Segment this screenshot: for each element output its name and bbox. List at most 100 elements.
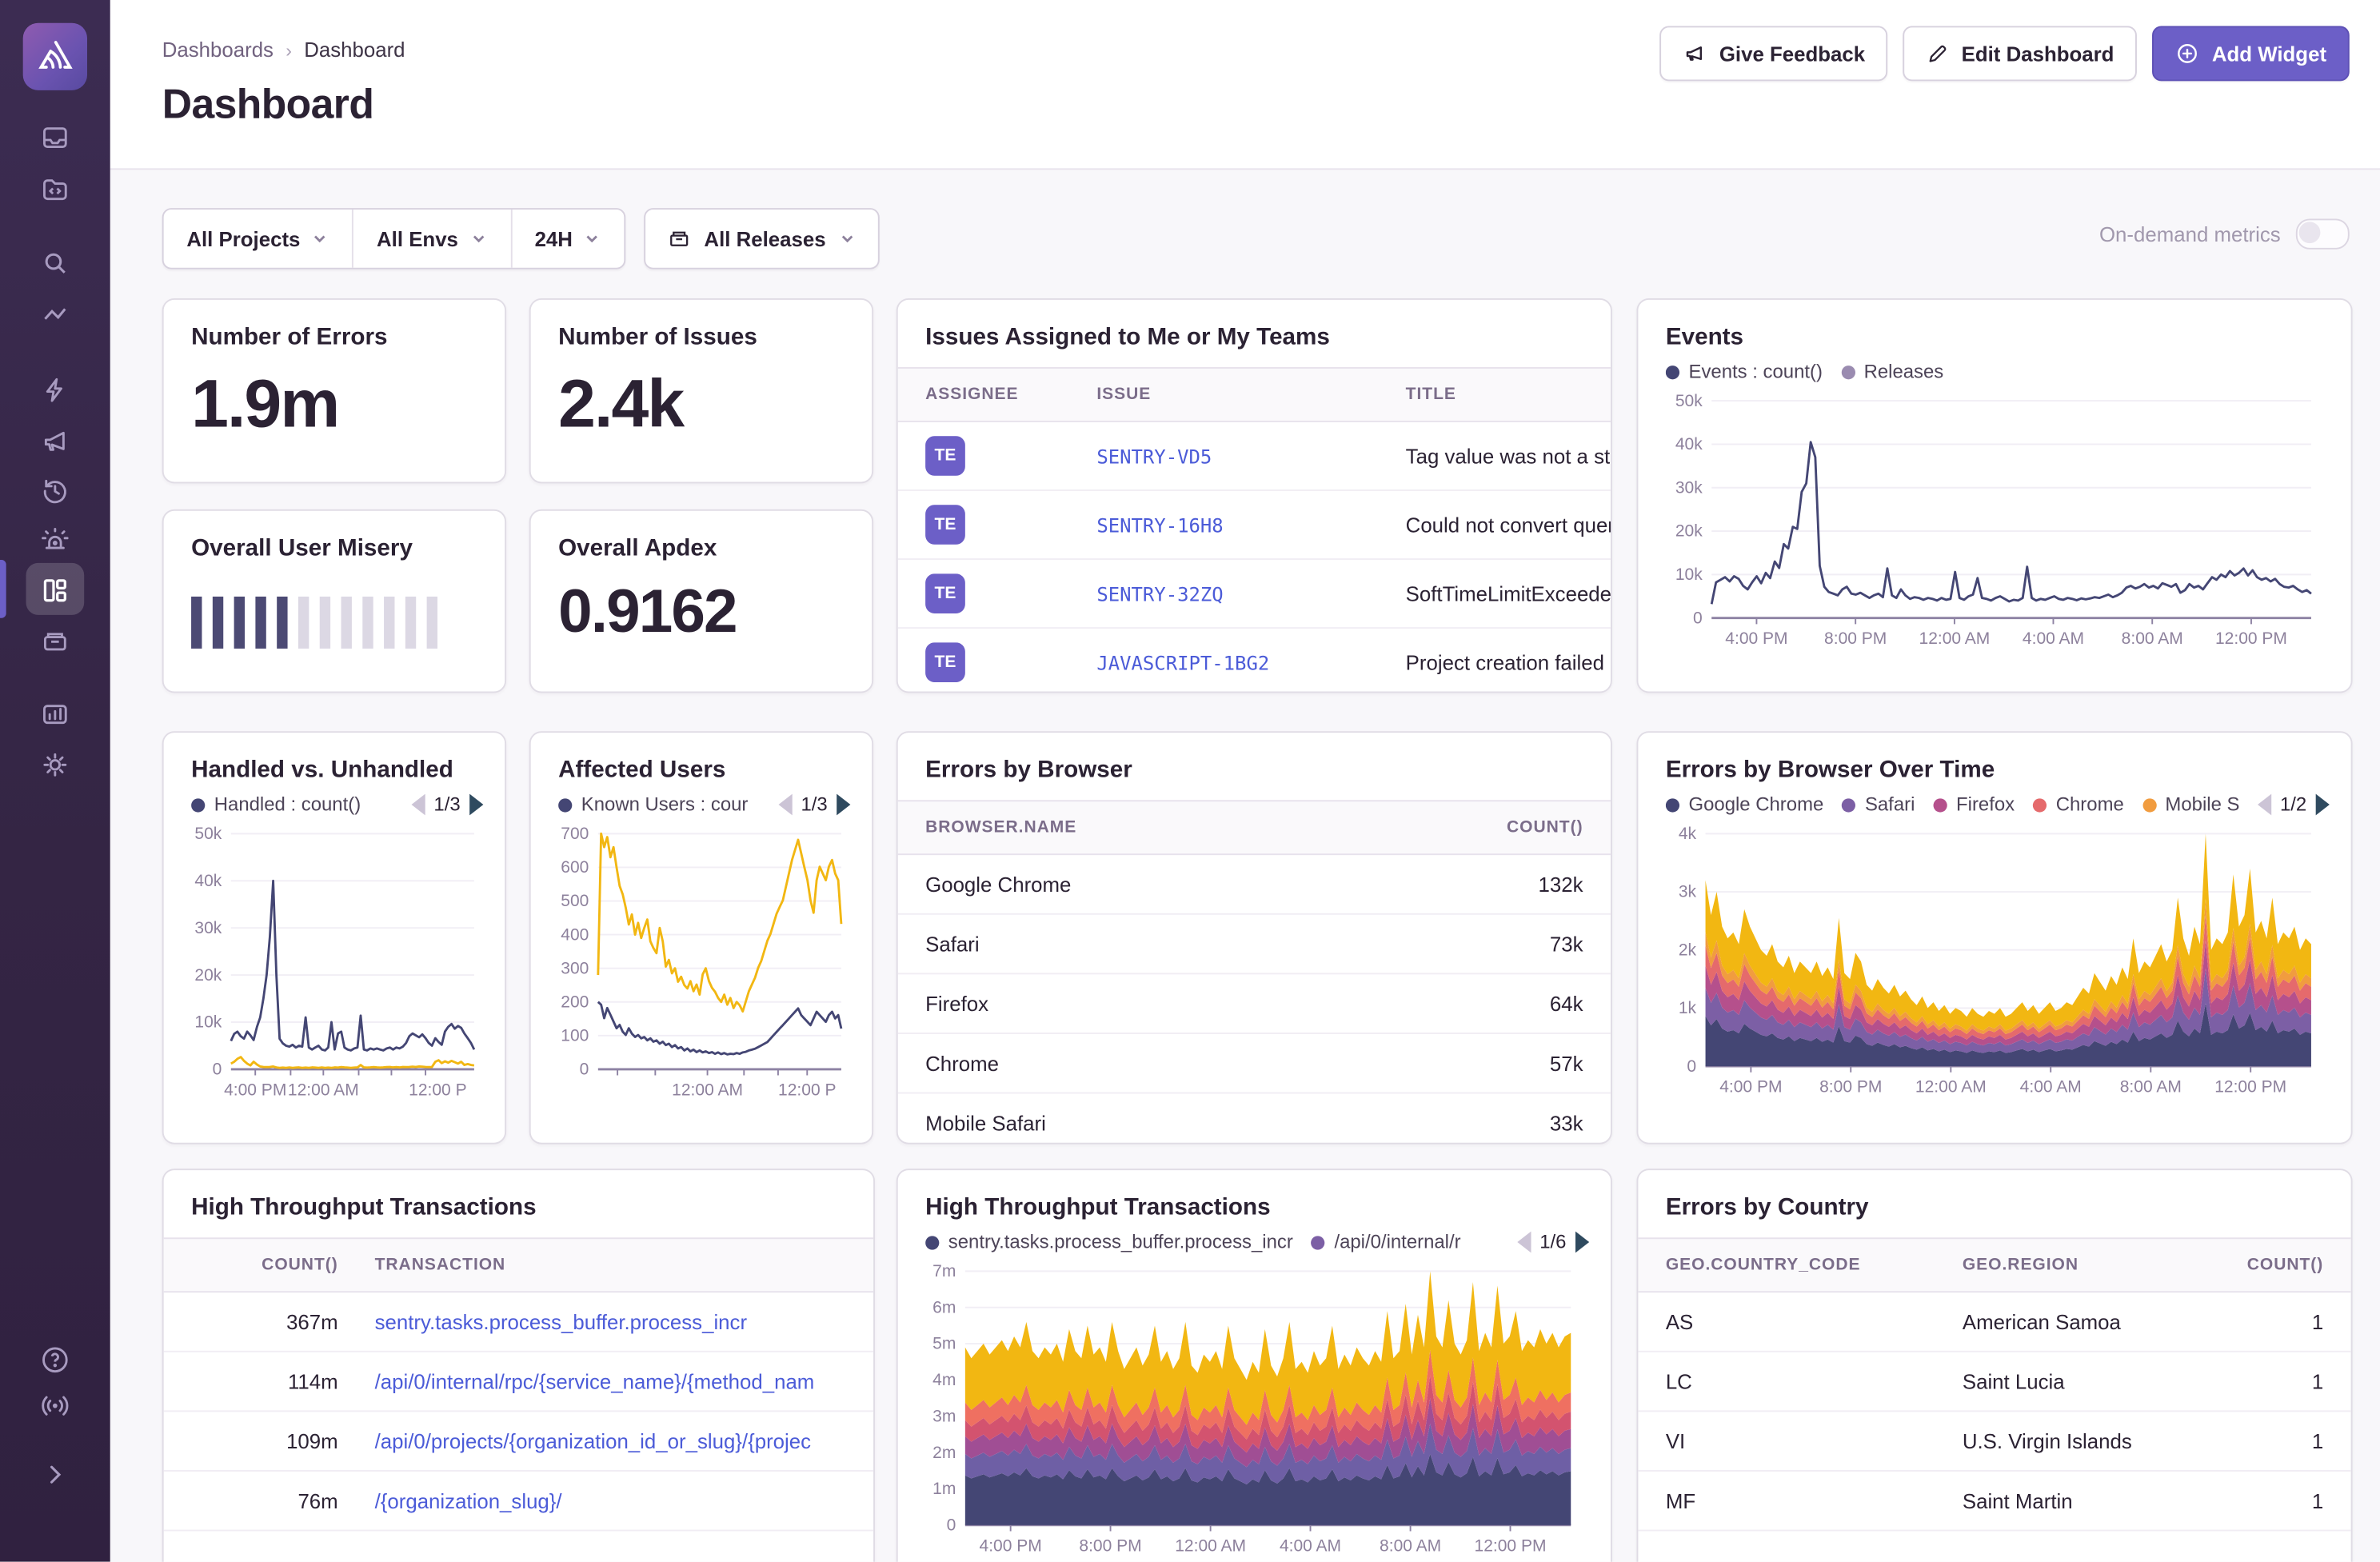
legend-item[interactable]: Google Chrome <box>1665 794 1823 815</box>
environments-filter[interactable]: All Envs <box>352 210 510 268</box>
table-row: 367m sentry.tasks.process_buffer.process_… <box>163 1292 874 1352</box>
sentry-logo[interactable] <box>22 22 88 90</box>
legend-item[interactable]: Safari <box>1842 794 1915 815</box>
legend-item[interactable]: Known Users : cour <box>558 794 748 815</box>
sidebar-collapse-button[interactable] <box>0 1461 110 1488</box>
table-cell: SENTRY-VD5 <box>1078 445 1387 468</box>
widget-high-throughput-chart[interactable]: High Throughput Transactions sentry.task… <box>896 1169 1612 1562</box>
releases-filter[interactable]: All Releases <box>644 208 880 270</box>
legend-pager: 1/6 <box>1516 1231 1590 1253</box>
breadcrumb-dashboards[interactable]: Dashboards <box>162 38 274 62</box>
legend-item[interactable]: Releases <box>1840 361 1943 382</box>
big-number-value: 1.9m <box>191 367 340 442</box>
pager-next-icon[interactable] <box>2315 793 2330 816</box>
sidebar-item-performance[interactable] <box>0 375 110 405</box>
widget-errors-by-country[interactable]: Errors by Country GEO.COUNTRY_CODE GEO.RE… <box>1636 1169 2353 1562</box>
sidebar-item-replays[interactable] <box>0 476 110 506</box>
table-row: MF Saint Martin 1 <box>1638 1472 2351 1532</box>
sidebar-item-issues[interactable] <box>0 122 110 153</box>
widget-issues-assigned[interactable]: Issues Assigned to Me or My Teams ASSIGN… <box>896 298 1612 693</box>
svg-text:500: 500 <box>561 892 589 910</box>
legend-label: Events : count() <box>1688 361 1823 383</box>
issue-link[interactable]: JAVASCRIPT-1BG2 <box>1096 651 1269 674</box>
give-feedback-button[interactable]: Give Feedback <box>1659 26 1888 82</box>
table-cell: 33k <box>1549 1111 1583 1135</box>
toggle-knob <box>2298 222 2321 244</box>
pager-prev-icon[interactable] <box>1516 1231 1531 1253</box>
date-range-filter[interactable]: 24H <box>509 210 625 268</box>
transaction-link[interactable]: sentry.tasks.process_buffer.process_incr <box>375 1310 747 1333</box>
sidebar-item-settings[interactable] <box>0 749 110 780</box>
legend-item[interactable]: sentry.tasks.process_buffer.process_incr <box>925 1232 1293 1252</box>
table-cell: SENTRY-16H8 <box>1078 513 1387 537</box>
legend-item[interactable]: /api/0/internal/r <box>1311 1231 1461 1253</box>
transaction-link[interactable]: /api/0/internal/rpc/{service_name}/{meth… <box>375 1370 815 1393</box>
sidebar-item-dashboards[interactable] <box>0 575 110 605</box>
widget-events[interactable]: Events Events : count() Releases 0 10k 20k 3… <box>1636 298 2353 693</box>
widget-high-throughput-table[interactable]: High Throughput Transactions COUNT() TRAN… <box>162 1169 876 1562</box>
sidebar-item-help[interactable] <box>0 1343 110 1376</box>
add-widget-button[interactable]: Add Widget <box>2152 26 2350 82</box>
issues-icon <box>43 127 67 149</box>
legend-item[interactable]: Events : count() <box>1665 361 1823 383</box>
legend-item[interactable]: Mobile S <box>2142 794 2238 815</box>
chart-legend: Known Users : cour <box>558 794 760 815</box>
legend-label: /api/0/internal/r <box>1334 1231 1461 1253</box>
svg-text:3k: 3k <box>1679 883 1697 901</box>
widget-apdex[interactable]: Overall Apdex 0.9162 <box>529 509 874 693</box>
pager-prev-icon[interactable] <box>2257 793 2271 816</box>
pager-next-icon[interactable] <box>1575 1231 1590 1253</box>
sidebar-item-stats[interactable] <box>0 300 110 330</box>
widget-errors-by-browser-over-time[interactable]: Errors by Browser Over Time Google Chrom… <box>1636 731 2353 1145</box>
legend-item[interactable]: Chrome <box>2033 794 2124 815</box>
projects-filter[interactable]: All Projects <box>164 210 353 268</box>
ondemand-metrics-label: On-demand metrics <box>2098 222 2281 246</box>
misery-bar <box>255 596 266 649</box>
sidebar-item-releases[interactable] <box>0 425 110 456</box>
svg-text:4k: 4k <box>1679 825 1697 843</box>
page-title: Dashboard <box>162 81 374 127</box>
widget-number-of-issues[interactable]: Number of Issues 2.4k <box>529 298 874 484</box>
sidebar-item-usage-stats[interactable] <box>0 699 110 729</box>
legend-dot <box>1842 797 1856 812</box>
table-row: VI U.S. Virgin Islands 1 <box>1638 1412 2351 1472</box>
svg-text:4:00 PM: 4:00 PM <box>224 1081 286 1099</box>
ondemand-metrics-toggle[interactable] <box>2295 218 2350 250</box>
issue-link[interactable]: SENTRY-16H8 <box>1096 513 1223 537</box>
widget-errors-by-browser[interactable]: Errors by Browser BROWSER.NAME COUNT() Goo… <box>896 731 1612 1145</box>
legend-item[interactable]: Firefox <box>1933 794 2015 815</box>
svg-text:12:00 P: 12:00 P <box>778 1081 836 1099</box>
pager-prev-icon[interactable] <box>410 793 425 816</box>
pager-next-icon[interactable] <box>837 793 851 816</box>
svg-text:50k: 50k <box>194 825 222 843</box>
table-cell: Tag value was not a strin <box>1405 444 1611 468</box>
widget-number-of-errors[interactable]: Number of Errors 1.9m <box>162 298 507 484</box>
pager-prev-icon[interactable] <box>777 793 792 816</box>
table-row: TE JAVASCRIPT-1BG2 Project creation failed <box>898 629 1611 691</box>
pager-next-icon[interactable] <box>469 793 484 816</box>
table-cell: AS <box>1665 1310 1694 1333</box>
assignee-avatar: TE <box>925 573 965 613</box>
transaction-link[interactable]: /api/0/projects/{organization_id_or_slug… <box>375 1429 811 1452</box>
sidebar-item-alerts[interactable] <box>0 525 110 555</box>
svg-text:8:00 PM: 8:00 PM <box>1819 1078 1882 1097</box>
widget-handled-vs-unhandled[interactable]: Handled vs. Unhandled Handled : count() … <box>162 731 507 1145</box>
sidebar-item-projects[interactable] <box>0 174 110 205</box>
widget-title: Overall Apdex <box>558 535 717 561</box>
table-cell: Firefox <box>925 992 989 1016</box>
widget-affected-users[interactable]: Affected Users Known Users : cour 1/3 0 1… <box>529 731 874 1145</box>
table-cell: 367m <box>286 1310 338 1333</box>
issue-link[interactable]: SENTRY-VD5 <box>1096 445 1212 468</box>
svg-text:20k: 20k <box>1675 522 1703 541</box>
svg-text:12:00 P: 12:00 P <box>409 1081 466 1099</box>
widget-user-misery[interactable]: Overall User Misery <box>162 509 507 693</box>
column-header: GEO.REGION <box>1962 1256 2079 1275</box>
sidebar-item-whats-new[interactable] <box>0 1389 110 1423</box>
transaction-link[interactable]: /{organization_slug}/ <box>375 1489 562 1512</box>
edit-dashboard-button[interactable]: Edit Dashboard <box>1903 26 2138 82</box>
sidebar-item-feedback[interactable] <box>0 625 110 656</box>
legend-item[interactable]: Handled : count() <box>191 794 361 815</box>
legend-dot <box>2142 797 2156 812</box>
issue-link[interactable]: SENTRY-32ZQ <box>1096 582 1223 605</box>
sidebar-item-search[interactable] <box>0 248 110 278</box>
